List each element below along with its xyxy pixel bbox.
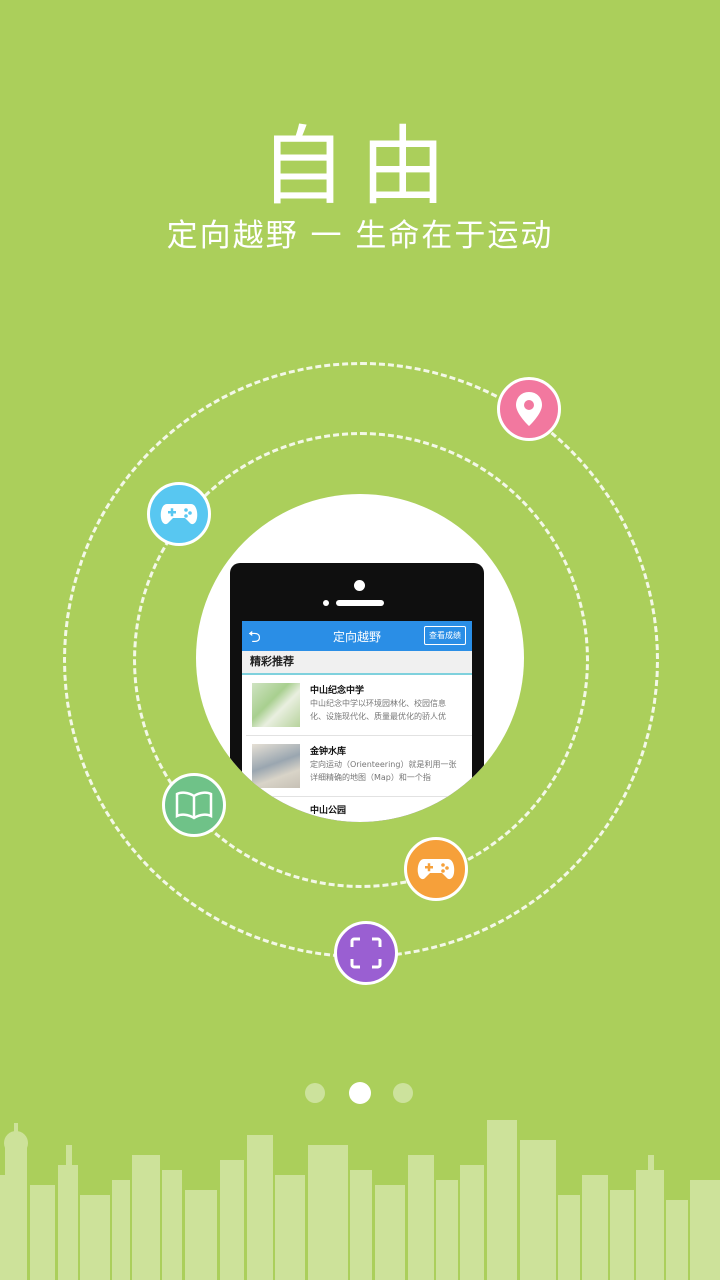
app-header: ⮌ 定向越野 查看成绩 bbox=[242, 621, 472, 651]
page-dot[interactable] bbox=[305, 1083, 325, 1103]
map-thumbnail bbox=[252, 744, 300, 788]
list-item[interactable]: 中山公园 bbox=[246, 797, 472, 817]
section-title: 精彩推荐 bbox=[242, 651, 472, 675]
phone-screen: ⮌ 定向越野 查看成绩 精彩推荐 中山纪念中学 中山纪念中学以环境园林化、校园信… bbox=[242, 621, 472, 822]
phone-showcase: ⮌ 定向越野 查看成绩 精彩推荐 中山纪念中学 中山纪念中学以环境园林化、校园信… bbox=[196, 494, 524, 822]
page-indicator bbox=[0, 1082, 720, 1106]
phone-speaker bbox=[336, 600, 384, 606]
location-pin-icon bbox=[497, 377, 561, 441]
book-icon bbox=[162, 773, 226, 837]
gamepad-icon bbox=[404, 837, 468, 901]
city-skyline bbox=[0, 1120, 720, 1280]
item-title: 中山纪念中学 bbox=[310, 686, 365, 696]
map-thumbnail bbox=[252, 683, 300, 727]
view-results-button[interactable]: 查看成绩 bbox=[424, 626, 466, 645]
page-title: 自由 bbox=[260, 117, 460, 217]
gamepad-icon bbox=[147, 482, 211, 546]
list-item[interactable]: 中山纪念中学 中山纪念中学以环境园林化、校园信息化、设施现代化、质量最优化的骄人… bbox=[246, 675, 472, 736]
item-desc: 中山纪念中学以环境园林化、校园信息化、设施现代化、质量最优化的骄人优 bbox=[310, 699, 446, 721]
page-subtitle: 定向越野 一 生命在于运动 bbox=[166, 218, 554, 254]
page-dot-active[interactable] bbox=[349, 1082, 371, 1104]
list-item[interactable]: 金钟水库 定向运动（Orienteering）就是利用一张详细精确的地图（Map… bbox=[246, 736, 472, 797]
page-dot[interactable] bbox=[393, 1083, 413, 1103]
phone-sensor bbox=[323, 600, 329, 606]
item-desc: 定向运动（Orienteering）就是利用一张详细精确的地图（Map）和一个指 bbox=[310, 760, 457, 782]
phone-mockup: ⮌ 定向越野 查看成绩 精彩推荐 中山纪念中学 中山纪念中学以环境园林化、校园信… bbox=[230, 563, 484, 822]
item-title: 中山公园 bbox=[310, 806, 347, 816]
scan-icon bbox=[334, 921, 398, 985]
item-title: 金钟水库 bbox=[310, 747, 347, 757]
phone-camera bbox=[354, 580, 365, 591]
